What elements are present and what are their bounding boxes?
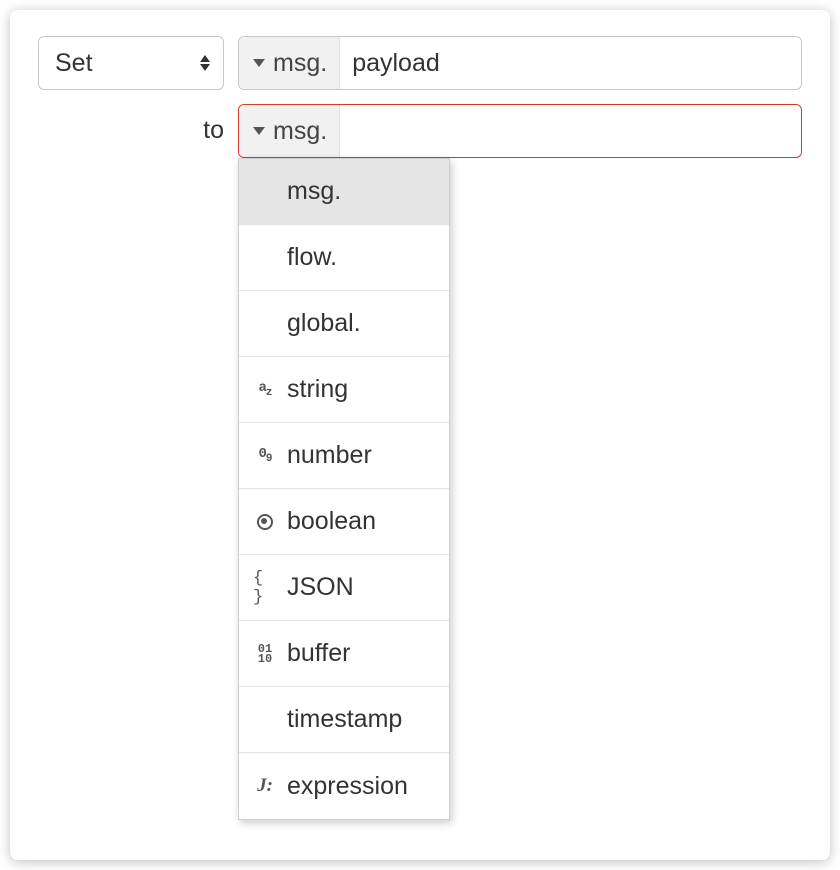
type-option-json[interactable]: { } JSON <box>239 555 449 621</box>
buffer-icon: 0110 <box>253 644 277 664</box>
caret-down-icon <box>253 127 265 135</box>
type-option-label: boolean <box>287 507 376 536</box>
caret-down-icon <box>253 59 265 67</box>
expression-icon: J: <box>253 775 277 797</box>
type-option-label: buffer <box>287 639 350 668</box>
boolean-icon <box>253 514 277 530</box>
type-option-msg[interactable]: msg. <box>239 159 449 225</box>
action-select[interactable]: Set <box>38 36 224 90</box>
value-input-column: msg. msg.flow.global.azstring09numberboo… <box>238 104 802 158</box>
action-select-wrap: Set <box>38 36 224 90</box>
string-icon: az <box>253 380 277 399</box>
type-option-flow[interactable]: flow. <box>239 225 449 291</box>
type-option-label: flow. <box>287 243 337 272</box>
row-1: Set msg. <box>38 36 802 90</box>
to-label: to <box>38 104 224 145</box>
type-option-expression[interactable]: J: expression <box>239 753 449 819</box>
value-input[interactable] <box>340 105 801 157</box>
type-option-label: global. <box>287 309 361 338</box>
number-icon: 09 <box>253 446 277 465</box>
type-option-label: JSON <box>287 573 354 602</box>
type-option-label: string <box>287 375 348 404</box>
property-name-input[interactable] <box>340 37 801 89</box>
json-icon: { } <box>253 569 277 607</box>
change-node-panel: Set msg. to msg. <box>10 10 830 860</box>
action-select-value: Set <box>55 49 93 78</box>
value-input-group: msg. <box>238 104 802 158</box>
type-option-timestamp[interactable]: timestamp <box>239 687 449 753</box>
value-type-button[interactable]: msg. <box>239 105 340 157</box>
type-option-boolean[interactable]: boolean <box>239 489 449 555</box>
type-dropdown: msg. flow. global. az string 09 number boolean {… <box>238 158 450 820</box>
property-type-label: msg. <box>273 49 329 78</box>
value-type-label: msg. <box>273 117 329 146</box>
type-option-global[interactable]: global. <box>239 291 449 357</box>
property-input-group: msg. <box>238 36 802 90</box>
row-2: to msg. msg.flow.global.azstring09number… <box>38 104 802 158</box>
property-type-button[interactable]: msg. <box>239 37 340 89</box>
type-option-label: msg. <box>287 177 341 206</box>
type-option-string[interactable]: az string <box>239 357 449 423</box>
type-option-number[interactable]: 09 number <box>239 423 449 489</box>
type-option-label: timestamp <box>287 705 402 734</box>
type-option-label: expression <box>287 772 408 801</box>
type-option-buffer[interactable]: 0110 buffer <box>239 621 449 687</box>
type-option-label: number <box>287 441 372 470</box>
